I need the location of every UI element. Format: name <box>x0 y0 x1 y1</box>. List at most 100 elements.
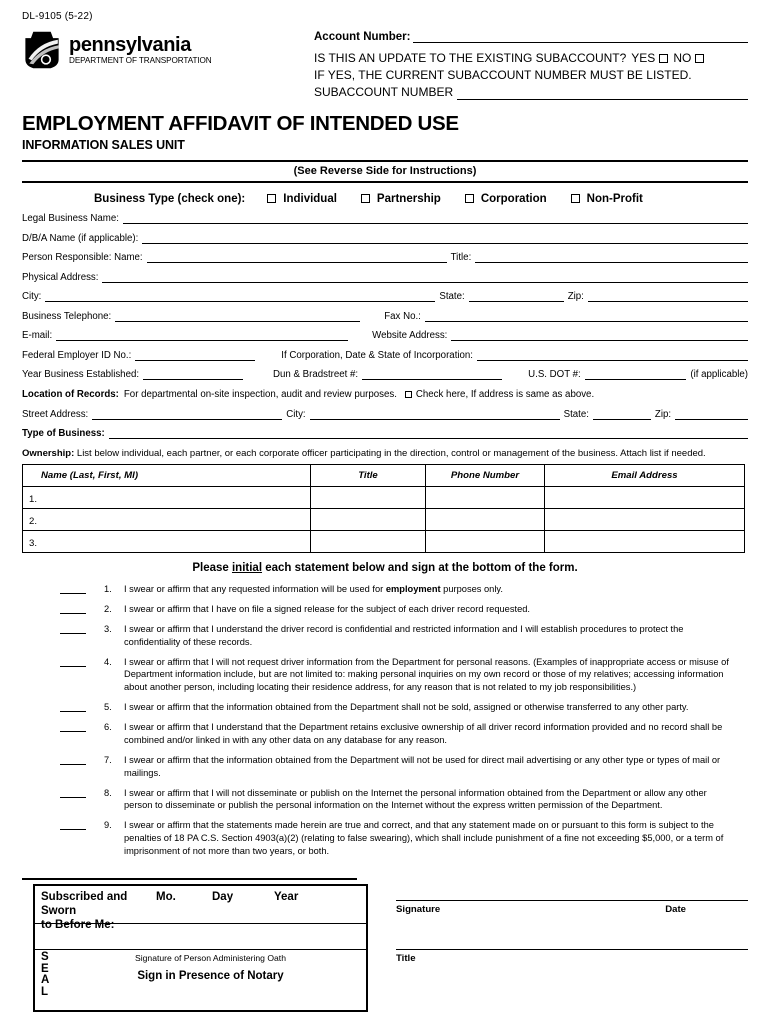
statement-text-6: I swear or affirm that I understand that… <box>124 722 723 745</box>
dba-name-input[interactable] <box>142 234 748 244</box>
initial-blank-1[interactable] <box>60 583 86 595</box>
person-responsible-label: Person Responsible: Name: <box>22 252 143 264</box>
row-2-email[interactable] <box>544 508 745 532</box>
ownership-label: Ownership: <box>22 448 75 460</box>
row-2-title[interactable] <box>310 508 426 532</box>
type-of-business-input[interactable] <box>108 429 748 440</box>
statement-text-4: I swear or affirm that I will not reques… <box>124 656 729 693</box>
instructions-banner: (See Reverse Side for Instructions) <box>22 159 748 183</box>
logo-wordmark: pennsylvania DEPARTMENT OF TRANSPORTATIO… <box>69 35 212 65</box>
field-year-dun-dot: Year Business Established: Dun & Bradstr… <box>22 369 748 381</box>
form-page: DL-9105 (5-22) pennsylvania DEPARTMENT O… <box>0 0 770 1024</box>
subaccount-label: SUBACCOUNT NUMBER <box>314 85 454 99</box>
street-address-label: Street Address: <box>22 408 89 420</box>
column-email: Email Address <box>544 464 745 488</box>
row-3-name[interactable]: 3. <box>22 530 311 554</box>
nonprofit-checkbox[interactable] <box>570 194 580 204</box>
table-row: 1. <box>22 486 745 510</box>
physical-address-input[interactable] <box>102 273 748 283</box>
statement-number-8: 8. <box>104 787 112 798</box>
person-responsible-input[interactable] <box>146 253 447 264</box>
email-label: E-mail: <box>22 330 53 342</box>
website-input[interactable] <box>451 331 748 342</box>
records-city-input[interactable] <box>309 410 560 420</box>
email-input[interactable] <box>56 331 349 342</box>
business-type-option-corporation[interactable]: Corporation <box>464 193 547 205</box>
zip-input[interactable] <box>587 292 748 303</box>
statement-text-1: I swear or affirm that any requested inf… <box>124 584 503 595</box>
account-number-input[interactable] <box>413 31 748 43</box>
state-input[interactable] <box>468 292 564 303</box>
initial-blank-6[interactable] <box>60 721 86 733</box>
initial-blank-5[interactable] <box>60 701 86 713</box>
form-number: DL-9105 (5-22) <box>22 11 93 22</box>
row-1-phone[interactable] <box>425 486 545 510</box>
row-1-title[interactable] <box>310 486 426 510</box>
initial-blank-8[interactable] <box>60 787 86 798</box>
initial-blank-7[interactable] <box>60 754 86 765</box>
ownership-text: List below individual, each partner, or … <box>76 448 706 460</box>
sign-in-presence-label: Sign in Presence of Notary <box>137 970 284 982</box>
statement-item: 4. I swear or affirm that I will not req… <box>22 656 748 694</box>
federal-employer-id-input[interactable] <box>135 351 256 361</box>
initial-emphasis: initial <box>231 562 263 575</box>
agency-name: pennsylvania <box>69 33 191 56</box>
street-address-input[interactable] <box>92 410 283 420</box>
field-records-address: Street Address: City: State: Zip: <box>22 409 748 420</box>
account-header: Account Number: IS THIS AN UPDATE TO THE… <box>314 31 748 100</box>
dun-bradstreet-input[interactable] <box>362 370 503 381</box>
legal-business-name-input[interactable] <box>122 214 748 225</box>
statements-list: 1. I swear or affirm that any requested … <box>22 583 748 857</box>
fax-input[interactable] <box>424 312 748 322</box>
initial-instruction: Please initial each statement below and … <box>22 562 748 574</box>
header-region: pennsylvania DEPARTMENT OF TRANSPORTATIO… <box>22 31 748 100</box>
row-2-name[interactable]: 2. <box>22 508 311 532</box>
business-type-caption: Business Type (check one): <box>94 192 246 205</box>
subaccount-input[interactable] <box>457 87 748 100</box>
day-label: Day <box>212 891 234 903</box>
row-3-phone[interactable] <box>425 530 545 554</box>
row-1-email[interactable] <box>544 486 745 510</box>
yes-checkbox[interactable] <box>659 53 669 63</box>
year-established-input[interactable] <box>143 370 244 381</box>
no-checkbox[interactable] <box>695 53 705 63</box>
corporation-checkbox[interactable] <box>464 194 474 204</box>
row-2-phone[interactable] <box>425 508 545 532</box>
statement-item: 6. I swear or affirm that I understand t… <box>22 721 748 746</box>
statement-text-3: I swear or affirm that I understand the … <box>124 624 684 647</box>
business-telephone-input[interactable] <box>115 312 361 322</box>
update-question-label: IS THIS AN UPDATE TO THE EXISTING SUBACC… <box>314 51 627 65</box>
records-state-input[interactable] <box>592 410 651 420</box>
city-input[interactable] <box>45 292 436 303</box>
row-3-title[interactable] <box>310 530 426 554</box>
initial-blank-4[interactable] <box>60 656 86 667</box>
title-input[interactable] <box>475 253 748 264</box>
incorporation-label: If Corporation, Date & State of Incorpor… <box>281 349 473 361</box>
same-as-above-checkbox[interactable] <box>404 391 412 399</box>
initial-blank-3[interactable] <box>60 623 86 635</box>
year-established-label: Year Business Established: <box>22 369 140 381</box>
business-type-option-nonprofit[interactable]: Non-Profit <box>570 193 643 205</box>
applicant-title-label: Title <box>396 953 416 964</box>
row-3-email[interactable] <box>544 530 745 554</box>
incorporation-input[interactable] <box>477 351 748 361</box>
records-zip-input[interactable] <box>675 410 748 420</box>
table-row: 2. <box>22 508 745 532</box>
statement-number-2: 2. <box>104 604 112 615</box>
business-telephone-label: Business Telephone: <box>22 310 112 322</box>
legal-business-name-label: Legal Business Name: <box>22 213 119 225</box>
initial-blank-9[interactable] <box>60 819 86 831</box>
statement-number-4: 4. <box>104 656 112 667</box>
statement-item: 3. I swear or affirm that I understand t… <box>22 623 748 648</box>
initial-blank-2[interactable] <box>60 603 86 615</box>
subscribed-sworn-label: Subscribed and Sworn to Before Me: <box>41 891 128 931</box>
row-1-name[interactable]: 1. <box>22 486 311 510</box>
statement-number-6: 6. <box>104 722 112 733</box>
partnership-checkbox[interactable] <box>360 194 370 204</box>
business-type-option-individual[interactable]: Individual <box>267 193 337 205</box>
business-type-option-partnership[interactable]: Partnership <box>360 193 441 205</box>
city-label: City: <box>22 291 42 303</box>
us-dot-input[interactable] <box>584 370 687 381</box>
individual-checkbox[interactable] <box>267 194 277 204</box>
location-of-records-row: Location of Records: For departmental on… <box>22 389 748 400</box>
